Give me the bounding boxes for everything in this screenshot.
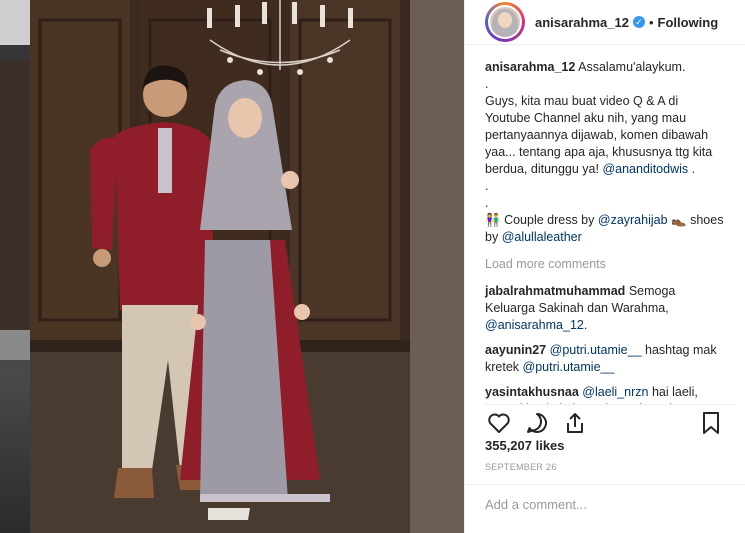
mention-link[interactable]: @anisarahma_12 bbox=[485, 318, 584, 332]
post-username[interactable]: anisarahma_12 bbox=[535, 15, 629, 30]
caption-text: . bbox=[485, 196, 489, 210]
background-content bbox=[0, 330, 30, 360]
shoe-emoji-icon: 👞 bbox=[671, 213, 687, 227]
caption-text: . bbox=[691, 162, 696, 176]
mention-link[interactable]: @laeli_nrzn bbox=[582, 385, 648, 399]
mention-link[interactable]: @putri.utamie__ bbox=[550, 343, 642, 357]
share-icon[interactable] bbox=[561, 409, 589, 437]
mention-link[interactable]: @ananditodwis bbox=[602, 162, 688, 176]
post-panel: anisarahma_12 ✓ • Following anisarahma_1… bbox=[464, 0, 745, 533]
heart-icon[interactable] bbox=[485, 409, 513, 437]
caption-text: . bbox=[485, 77, 489, 91]
comments-list[interactable]: anisarahma_12 Assalamu'alaykum. . Guys, … bbox=[465, 45, 745, 405]
photo-illustration bbox=[30, 0, 464, 533]
caption-text: yaa... tentang apa aja, khususnya ttg ki… bbox=[485, 145, 713, 159]
caption-text: by bbox=[485, 230, 499, 244]
comment-text: . bbox=[583, 318, 588, 332]
verified-badge-icon: ✓ bbox=[632, 16, 645, 28]
couple-emoji-icon: 👫 bbox=[485, 213, 501, 227]
avatar[interactable] bbox=[485, 2, 525, 42]
caption-text: Assalamu'alaykum. bbox=[578, 60, 686, 74]
post-actions bbox=[485, 404, 735, 436]
caption-text: Youtube Channel aku nih, yang mau bbox=[485, 111, 687, 125]
caption-username[interactable]: anisarahma_12 bbox=[485, 60, 575, 74]
caption-text: . bbox=[485, 179, 489, 193]
post-date[interactable]: SEPTEMBER 26 bbox=[485, 462, 557, 472]
separator-dot: • bbox=[648, 14, 654, 30]
post-header: anisarahma_12 ✓ • Following bbox=[465, 0, 745, 45]
background-content bbox=[0, 60, 30, 330]
avatar-image bbox=[488, 5, 522, 39]
comment-icon[interactable] bbox=[523, 409, 551, 437]
comment-username[interactable]: aayunin27 bbox=[485, 343, 546, 357]
mention-link[interactable]: @alullaleather bbox=[502, 230, 582, 244]
comment-item: jabalrahmatmuhammad Semoga Keluarga Saki… bbox=[485, 283, 725, 334]
comment-item: aayunin27 @putri.utamie__ hashtag mak kr… bbox=[485, 342, 725, 376]
following-button[interactable]: Following bbox=[658, 15, 719, 30]
caption-text: Couple dress by bbox=[504, 213, 595, 227]
post-caption: anisarahma_12 Assalamu'alaykum. . Guys, … bbox=[485, 59, 725, 246]
add-comment-input[interactable]: Add a comment... bbox=[465, 484, 745, 524]
like-count[interactable]: 355,207 likes bbox=[485, 438, 565, 453]
avatar-image bbox=[498, 12, 512, 28]
mention-link[interactable]: @zayrahijab bbox=[598, 213, 668, 227]
comment-username[interactable]: yasintakhusnaa bbox=[485, 385, 579, 399]
post-photo[interactable] bbox=[30, 0, 464, 533]
caption-text: Guys, kita mau buat video Q & A di bbox=[485, 94, 679, 108]
background-overlay[interactable] bbox=[0, 0, 30, 533]
mention-link[interactable]: @putri.utamie__ bbox=[523, 360, 615, 374]
bookmark-icon[interactable] bbox=[697, 409, 725, 437]
comment-username[interactable]: jabalrahmatmuhammad bbox=[485, 284, 625, 298]
caption-text: berdua, ditunggu ya! bbox=[485, 162, 599, 176]
load-more-comments-button[interactable]: Load more comments bbox=[485, 256, 725, 273]
comment-item: yasintakhusnaa @laeli_nrzn hai laeli, mu… bbox=[485, 384, 725, 405]
caption-text: pertanyaannya dijawab, komen dibawah bbox=[485, 128, 709, 142]
caption-text: shoes bbox=[690, 213, 724, 227]
background-content bbox=[0, 0, 30, 45]
